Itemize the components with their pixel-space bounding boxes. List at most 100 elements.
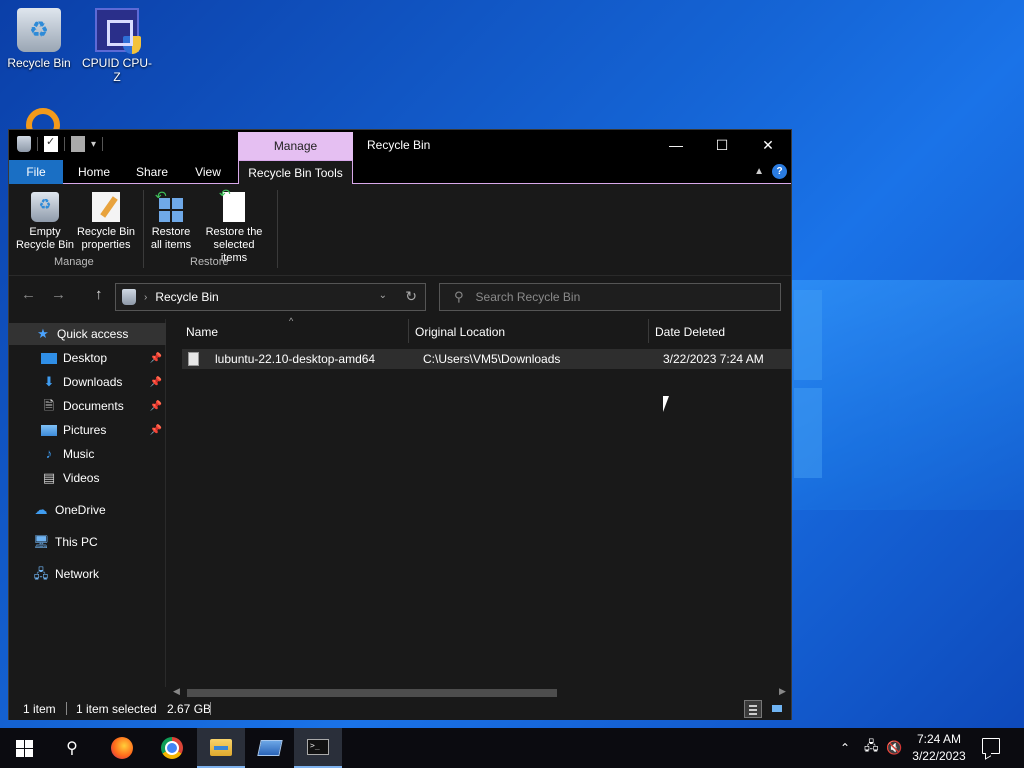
properties-icon[interactable] — [44, 135, 58, 152]
firefox-icon — [111, 737, 133, 759]
sidebar-item-network[interactable]: 🖧 Network — [9, 563, 166, 585]
file-name: lubuntu-22.10-desktop-amd64 — [215, 352, 376, 366]
new-folder-icon[interactable] — [71, 136, 85, 152]
sidebar-item-this-pc[interactable]: 🖥 This PC — [9, 531, 166, 553]
video-icon: ▤ — [42, 470, 56, 485]
computer-icon: 🖥 — [33, 534, 50, 549]
forward-arrow-icon[interactable]: → — [51, 286, 66, 303]
search-icon: ⚲ — [454, 289, 464, 304]
cloud-icon: ☁ — [34, 502, 48, 517]
chevron-down-icon[interactable]: ⌄ — [379, 290, 387, 301]
chrome-icon — [161, 737, 183, 759]
start-button[interactable] — [0, 728, 48, 768]
cpuz-icon — [95, 8, 141, 54]
tab-share[interactable]: Share — [125, 160, 179, 184]
column-header-original-location[interactable]: Original Location — [415, 325, 505, 339]
column-header-name[interactable]: Name — [186, 325, 218, 339]
notifications-icon[interactable] — [982, 738, 1000, 754]
scroll-left-icon[interactable]: ◀ — [173, 686, 180, 697]
navigation-pane: ★ Quick access Desktop 📌 ⬇ Downloads 📌 🗎… — [9, 319, 166, 687]
taskbar-cpuz[interactable] — [246, 728, 294, 768]
large-icons-view-icon[interactable] — [768, 700, 786, 718]
restore-selected-icon: ↶ — [219, 187, 245, 222]
mouse-cursor — [663, 396, 675, 412]
taskbar-firefox[interactable] — [98, 728, 146, 768]
star-icon: ★ — [37, 326, 49, 341]
sidebar-item-videos[interactable]: ▤ Videos — [9, 467, 166, 489]
collapse-ribbon-icon[interactable]: ▲ — [754, 166, 764, 177]
details-view-icon[interactable] — [744, 700, 762, 718]
sidebar-item-downloads[interactable]: ⬇ Downloads 📌 — [9, 371, 166, 393]
breadcrumb[interactable]: Recycle Bin — [155, 290, 218, 304]
up-arrow-icon[interactable]: ↑ — [95, 286, 103, 303]
search-input[interactable] — [475, 290, 756, 304]
address-bar-row: ← → ↑ › Recycle Bin ⌄ ↻ ⚲ — [9, 276, 791, 318]
file-icon — [188, 352, 199, 366]
status-bar: 1 item 1 item selected 2.67 GB — [9, 698, 791, 720]
refresh-icon[interactable]: ↻ — [405, 288, 417, 305]
music-icon: ♪ — [45, 446, 53, 461]
volume-muted-icon[interactable]: 🔇 — [886, 728, 902, 768]
tab-recycle-bin-tools[interactable]: Recycle Bin Tools — [238, 160, 353, 185]
empty-recycle-bin-button[interactable]: Empty Recycle Bin — [15, 192, 75, 252]
search-icon: ⚲ — [66, 740, 78, 757]
windows-logo-icon — [15, 739, 33, 757]
chevron-right-icon[interactable]: › — [144, 292, 147, 303]
taskbar-chrome[interactable] — [148, 728, 196, 768]
restore-all-items-button[interactable]: ↶ Restore all items — [147, 189, 195, 252]
search-box[interactable]: ⚲ — [439, 283, 781, 311]
system-clock[interactable]: 7:24 AM 3/22/2023 — [904, 731, 974, 765]
desktop-icon-recycle-bin[interactable]: Recycle Bin — [1, 8, 77, 70]
clock-date: 3/22/2023 — [912, 749, 966, 763]
desktop-icon-label: CPUID CPU-Z — [81, 56, 152, 84]
taskbar-file-explorer[interactable] — [197, 728, 245, 768]
ribbon-group-restore: Restore — [190, 256, 229, 268]
recycle-bin-properties-button[interactable]: Recycle Bin properties — [75, 192, 137, 252]
tab-file[interactable]: File — [9, 160, 63, 184]
table-row[interactable]: lubuntu-22.10-desktop-amd64 C:\Users\VM5… — [182, 349, 791, 369]
command-prompt-icon — [307, 739, 329, 755]
sidebar-item-onedrive[interactable]: ☁ OneDrive — [9, 499, 166, 521]
sort-ascending-icon: ^ — [289, 316, 294, 326]
help-icon[interactable]: ? — [772, 164, 787, 179]
cpuz-icon — [257, 740, 283, 756]
tab-home[interactable]: Home — [67, 160, 121, 184]
customize-toolbar-icon[interactable]: ▾ — [91, 139, 96, 150]
clock-time: 7:24 AM — [916, 732, 962, 746]
desktop-icon-label: Recycle Bin — [7, 56, 71, 70]
scrollbar-thumb[interactable] — [187, 689, 557, 697]
network-icon[interactable]: 🖧 — [864, 728, 879, 768]
document-icon: 🗎 — [43, 398, 55, 413]
column-header-date-deleted[interactable]: Date Deleted — [655, 325, 725, 339]
context-tab-manage[interactable]: Manage — [238, 132, 353, 160]
file-date-deleted: 3/22/2023 7:24 AM — [663, 352, 764, 366]
restore-selected-items-button[interactable]: ↶ Restore the selected items — [199, 187, 269, 265]
desktop-icon — [41, 352, 57, 364]
desktop-icon-cpuz[interactable]: CPUID CPU-Z — [79, 8, 155, 84]
window-title: Recycle Bin — [367, 138, 431, 152]
pin-icon: 📌 — [149, 400, 162, 412]
minimize-button[interactable]: — — [653, 130, 699, 160]
close-button[interactable]: ✕ — [745, 130, 791, 160]
sidebar-item-music[interactable]: ♪ Music — [9, 443, 166, 465]
restore-all-icon: ↶ — [155, 189, 185, 222]
address-bar[interactable]: › Recycle Bin ⌄ ↻ — [115, 283, 426, 311]
recycle-bin-icon — [122, 289, 136, 305]
empty-recycle-bin-icon — [31, 192, 59, 222]
scroll-right-icon[interactable]: ▶ — [779, 686, 786, 697]
chevron-up-icon[interactable]: ⌃ — [840, 728, 850, 768]
file-explorer-icon — [210, 738, 232, 756]
sidebar-item-quick-access[interactable]: ★ Quick access — [9, 323, 166, 345]
pin-icon: 📌 — [149, 376, 162, 388]
title-bar[interactable]: ▾ Manage Recycle Bin — ☐ ✕ — [9, 130, 791, 160]
sidebar-item-desktop[interactable]: Desktop 📌 — [9, 347, 166, 369]
tab-view[interactable]: View — [183, 160, 233, 184]
search-button[interactable]: ⚲ — [48, 728, 96, 768]
back-arrow-icon[interactable]: ← — [21, 286, 36, 303]
sidebar-item-pictures[interactable]: Pictures 📌 — [9, 419, 166, 441]
ribbon: Empty Recycle Bin Recycle Bin properties… — [9, 184, 791, 276]
sidebar-item-documents[interactable]: 🗎 Documents 📌 — [9, 395, 166, 417]
maximize-button[interactable]: ☐ — [699, 130, 745, 160]
taskbar-command-prompt[interactable] — [294, 728, 342, 768]
explorer-window: ▾ Manage Recycle Bin — ☐ ✕ File Home Sha… — [8, 129, 792, 720]
